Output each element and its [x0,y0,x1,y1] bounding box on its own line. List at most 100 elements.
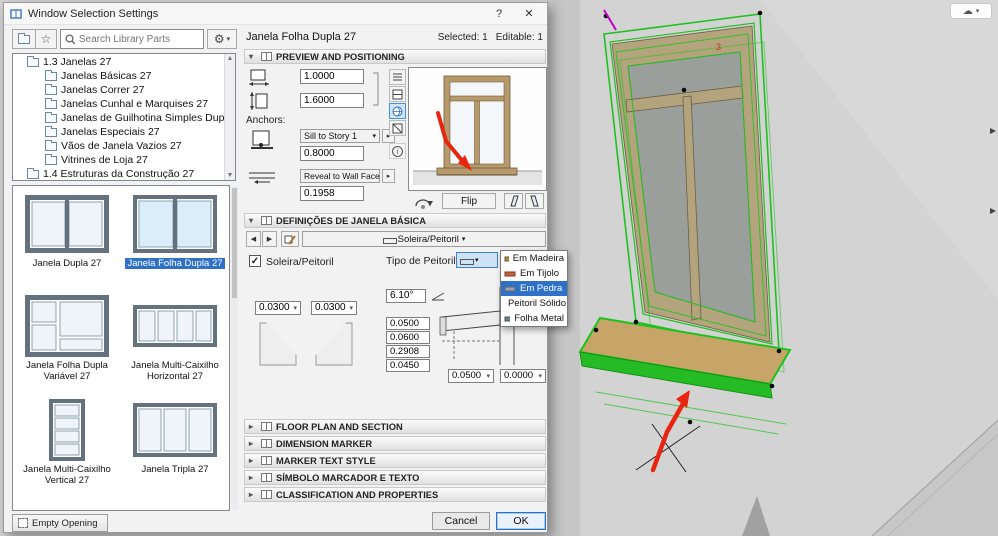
width-icon [249,69,269,86]
page-selector-dropdown[interactable]: Soleira/Peitoril ▾ [302,231,546,247]
empty-opening-button[interactable]: Empty Opening [12,514,108,532]
tree-item[interactable]: Janelas Cunhal e Marquises 27 [13,97,235,111]
anchors-label: Anchors: [246,115,286,126]
metal-sill-icon [504,316,511,322]
folder-icon [45,111,57,123]
library-settings-button[interactable]: ⚙ ▾ [207,29,237,49]
list-icon [393,73,402,80]
menu-item-peitoril-solido[interactable]: Peitoril Sólido [501,296,567,311]
section-dimension-marker[interactable]: ▸ DIMENSION MARKER [244,436,546,451]
dialog-titlebar[interactable]: Window Selection Settings ? ✕ [4,3,547,25]
link-wh-icon [373,72,379,106]
section-icon [261,422,272,431]
section-icon [261,439,272,448]
tree-item[interactable]: Janelas de Guilhotina Simples Dupla 27 [13,111,235,125]
preview-image[interactable] [408,67,547,191]
soleira-checkbox-label: Soleira/Peitoril [266,256,334,268]
folder-icon [18,32,30,44]
dialog-title: Window Selection Settings [28,7,159,20]
soleira-checkbox[interactable]: ✓ [249,255,261,267]
bottom-field-2[interactable]: ▾ 0.0000 [500,369,546,383]
thumbnail-partial[interactable] [15,498,119,510]
folder-view-button[interactable] [12,29,36,49]
rotate-icon[interactable] [412,194,434,210]
tree-item-sibling[interactable]: 1.4 Estruturas da Construção 27 [13,167,235,180]
folder-icon [45,153,57,165]
dim-field-1[interactable]: 0.0500 [386,317,430,330]
thumbnail-janela-dupla[interactable]: Janela Dupla 27 [15,188,119,270]
height-field[interactable]: 1.6000 [300,93,364,108]
section-definicoes-janela-basica[interactable]: ▾ DEFINIÇÕES DE JANELA BÁSICA [244,213,546,228]
menu-item-em-madeira[interactable]: Em Madeira [501,251,567,266]
stone-sill-icon [504,286,516,292]
window-thumbnail-image [129,396,221,464]
offset-left-field[interactable]: ▾ 0.0300 [255,301,301,315]
tree-item[interactable]: Janelas Correr 27 [13,83,235,97]
scroll-up-icon[interactable]: ▲ [225,55,235,62]
dim-field-3[interactable]: 0.2908 [386,345,430,358]
cancel-button[interactable]: Cancel [432,512,490,530]
tree-item-root[interactable]: 1.3 Janelas 27 [13,55,235,69]
preview-info-button[interactable]: i [389,143,406,159]
tree-item[interactable]: Vitrines de Loja 27 [13,153,235,167]
favorites-button[interactable]: ☆ [35,29,57,49]
section-classification-properties[interactable]: ▸ CLASSIFICATION AND PROPERTIES [244,487,546,502]
thumbnail-janela-tripla[interactable]: Janela Tripla 27 [123,394,227,476]
preview-mode-plan-button[interactable] [389,86,406,102]
reveal-anchor-flyout-button[interactable]: ▸ [382,169,395,183]
expand-icon: ▸ [249,473,254,482]
thumbnail-folha-dupla-variavel[interactable]: Janela Folha Dupla Variável 27 [15,290,119,382]
3d-view-icon [392,106,403,116]
offset-right-field[interactable]: ▾ 0.0300 [311,301,357,315]
thumbnail-list: Janela Dupla 27 Janela Folha Dupla 27 Ja… [12,185,230,511]
tree-item[interactable]: Janelas Básicas 27 [13,69,235,83]
tree-scrollbar[interactable]: ▲ ▼ [224,54,235,180]
sill-angle-field[interactable]: 6.10° [386,289,426,303]
thumbnail-scrollbar[interactable] [231,186,238,510]
mirror-b-button[interactable] [525,193,544,209]
expand-icon: ▸ [249,490,254,499]
sill-icon [382,235,397,244]
profile-diagram-left [259,322,297,366]
sill-value-field[interactable]: 0.8000 [300,146,364,161]
thumbnail-partial[interactable] [123,498,227,510]
thumbnail-janela-folha-dupla[interactable]: Janela Folha Dupla 27 [123,188,227,270]
dim-field-4[interactable]: 0.0450 [386,359,430,372]
menu-item-em-pedra[interactable]: Em Pedra [501,281,567,296]
close-button[interactable]: ✕ [517,5,541,23]
help-button[interactable]: ? [487,5,511,23]
thumbnail-multi-caixilho-horizontal[interactable]: Janela Multi-Caixilho Horizontal 27 [123,290,227,382]
reveal-anchor-dropdown[interactable]: Reveal to Wall Face▾ [300,169,386,183]
dim-field-2[interactable]: 0.0600 [386,331,430,344]
gear-icon: ⚙ [213,32,225,46]
search-input[interactable] [78,33,199,45]
sill-anchor-dropdown[interactable]: Sill to Story 1 ▾ [300,129,380,143]
preview-mode-section-button[interactable] [389,120,406,136]
section-floor-plan[interactable]: ▸ FLOOR PLAN AND SECTION [244,419,546,434]
ok-button[interactable]: OK [496,512,546,530]
tipo-peitoril-dropdown[interactable]: ▾ [456,252,498,268]
menu-item-em-tijolo[interactable]: Em Tijolo [501,266,567,281]
flip-button[interactable]: Flip [442,193,496,209]
preview-mode-3d-button[interactable] [389,103,406,119]
prev-page-button[interactable]: ◀ [246,231,261,247]
thumbnail-multi-caixilho-vertical[interactable]: Janela Multi-Caixilho Vertical 27 [15,394,119,486]
preview-mode-list-button[interactable] [389,69,406,85]
menu-item-folha-metal[interactable]: Folha Metal [501,311,567,326]
section-simbolo-marcador[interactable]: ▸ SÍMBOLO MARCADOR E TEXTO [244,470,546,485]
bottom-field-1[interactable]: ▾ 0.0500 [448,369,494,383]
folder-icon [27,167,39,179]
reveal-value-field[interactable]: 0.1958 [300,186,364,201]
mirror-a-button[interactable] [504,193,523,209]
tree-item[interactable]: Vãos de Janela Vazios 27 [13,139,235,153]
width-field[interactable]: 1.0000 [300,69,364,84]
next-page-button[interactable]: ▶ [262,231,277,247]
settings-page-button[interactable] [281,231,299,247]
section-marker-text-style[interactable]: ▸ MARKER TEXT STYLE [244,453,546,468]
cloud-sync-button[interactable]: ☁ ▾ [950,3,992,19]
window-thumbnail-image [129,500,221,510]
scroll-down-icon[interactable]: ▼ [225,172,235,179]
window-thumbnail-image [21,292,113,360]
tree-item[interactable]: Janelas Especiais 27 [13,125,235,139]
section-preview-positioning[interactable]: ▾ PREVIEW AND POSITIONING [244,49,546,64]
